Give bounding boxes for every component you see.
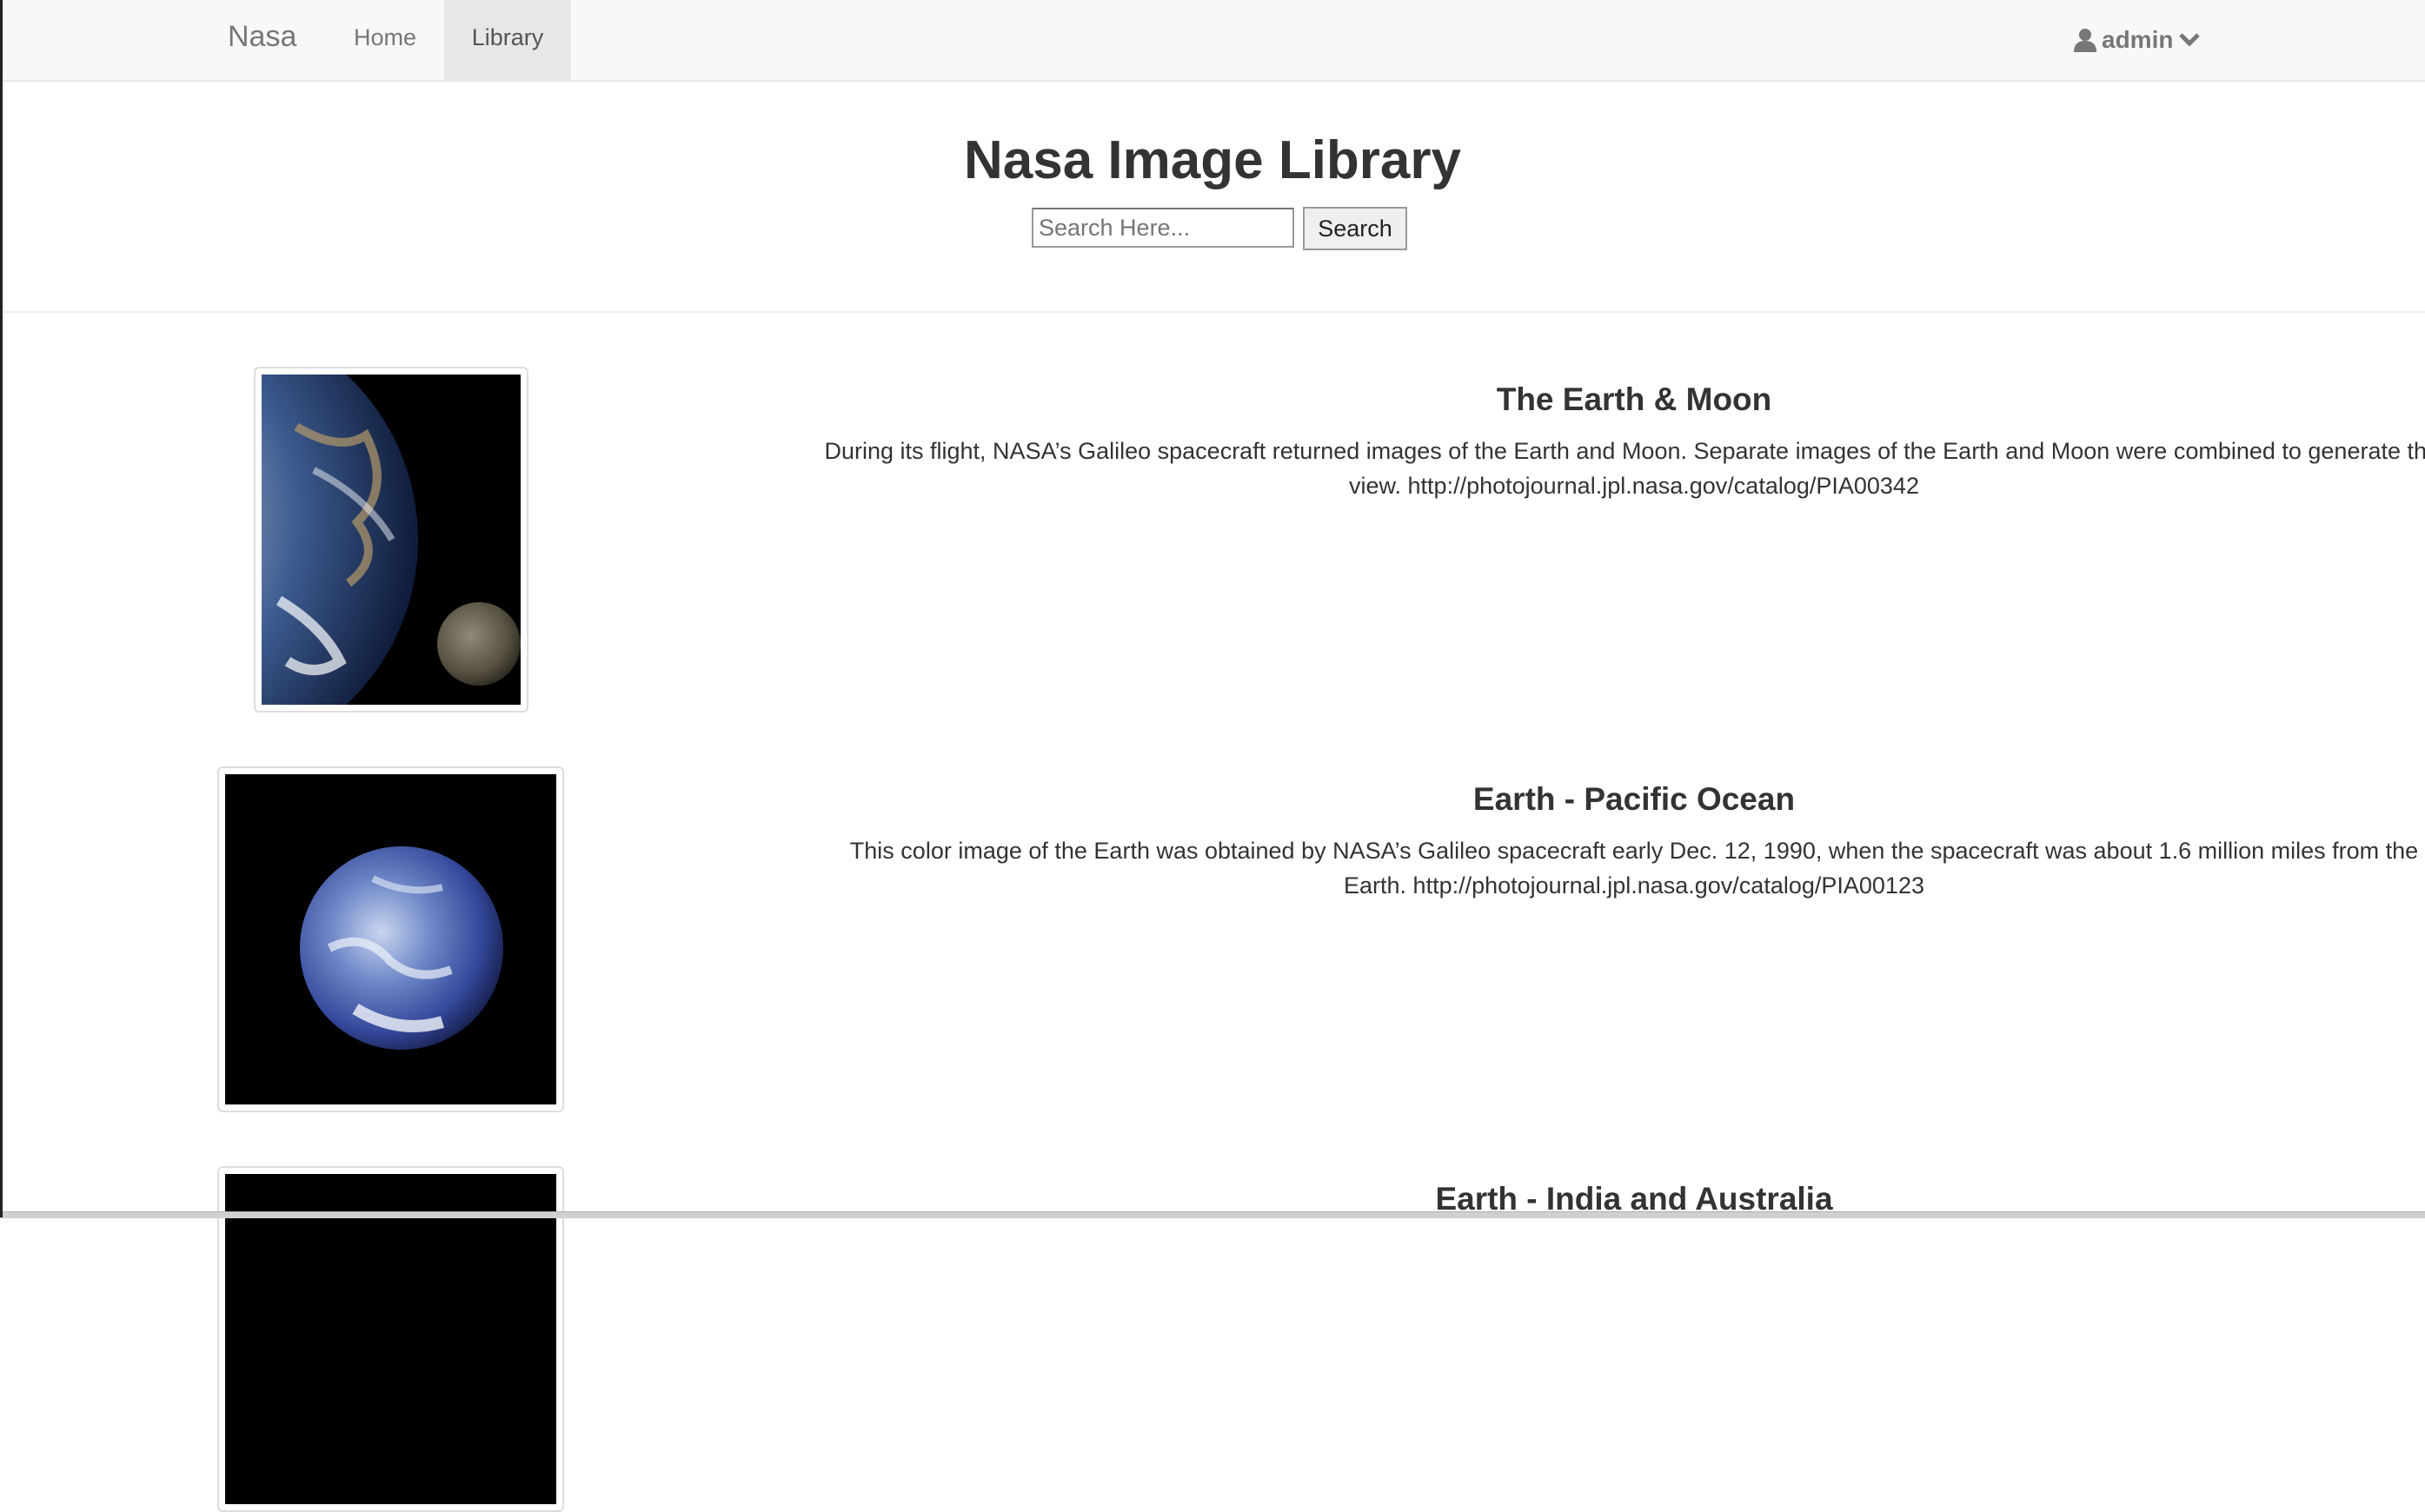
header-divider: [0, 311, 2425, 313]
brand-link[interactable]: Nasa: [228, 0, 296, 80]
user-dropdown[interactable]: admin: [2074, 0, 2201, 80]
item-title: The Earth & Moon: [1496, 381, 1772, 417]
earth-and-moon-photo[interactable]: [254, 367, 528, 713]
earth-pacific-photo[interactable]: [217, 766, 564, 1112]
item-description: This color image of the Earth was obtain…: [849, 838, 2419, 899]
search-input[interactable]: [1032, 208, 1294, 248]
nav-home-link[interactable]: Home: [330, 0, 440, 80]
top-navbar: Nasa Home Library admin: [0, 0, 2425, 82]
window-left-edge: [0, 0, 3, 1217]
user-icon: [2074, 28, 2096, 52]
search-form: Search: [1032, 207, 1407, 250]
page-title: Nasa Image Library: [963, 130, 1462, 190]
nav-library-link[interactable]: Library: [444, 0, 571, 80]
item-description: During its flight, NASA’s Galileo spacec…: [824, 438, 2425, 499]
item-title: Earth - Pacific Ocean: [1472, 781, 1796, 817]
search-button[interactable]: Search: [1303, 207, 1407, 250]
user-name: admin: [2102, 26, 2174, 53]
chevron-down-icon: [2178, 31, 2201, 49]
